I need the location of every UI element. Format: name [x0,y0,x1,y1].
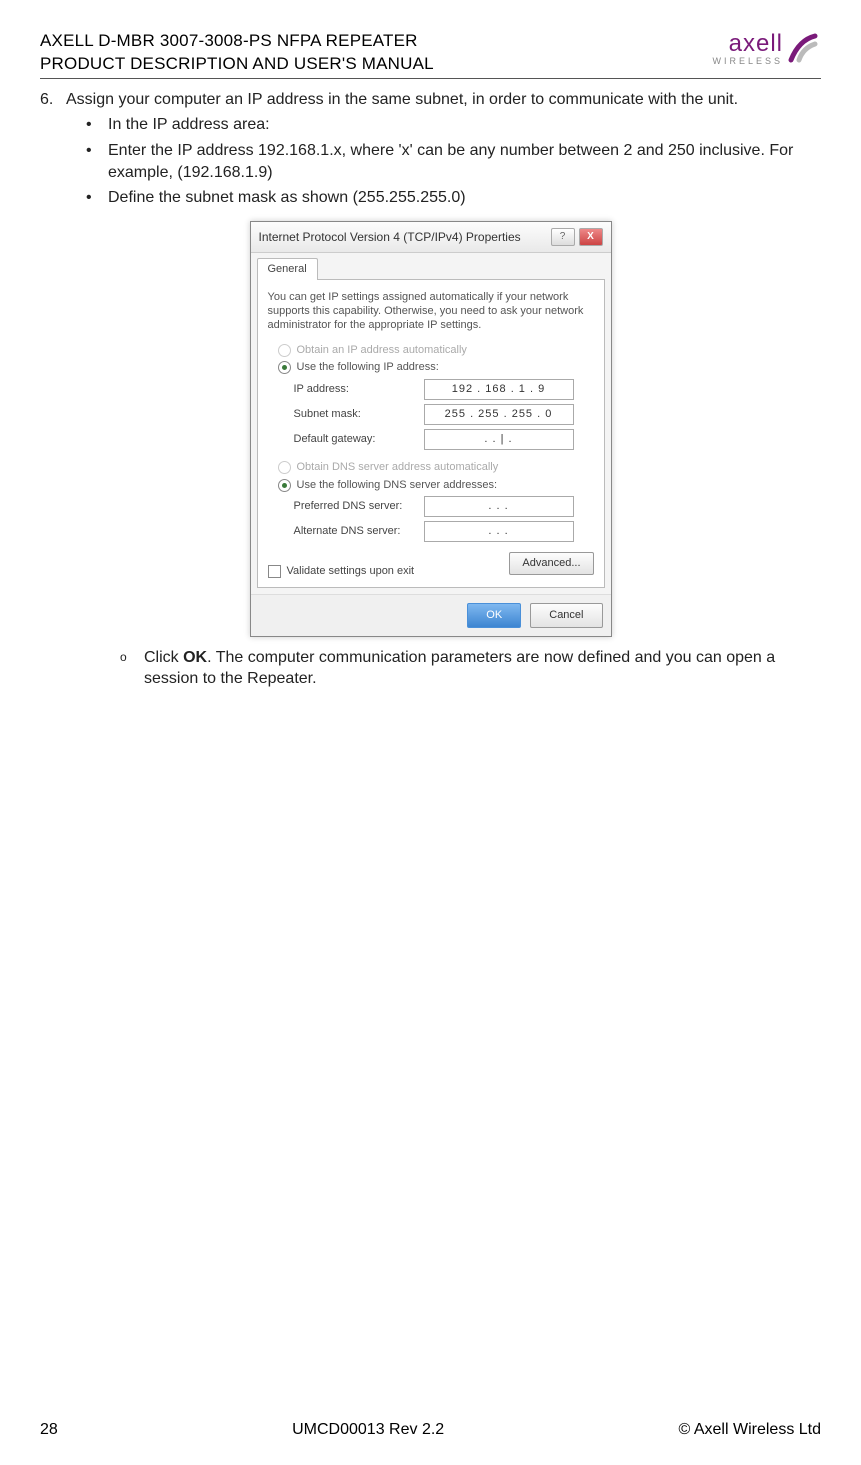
dialog-button-row: OK Cancel [251,594,611,636]
bullet-list: In the IP address area: Enter the IP add… [80,114,821,208]
page-footer: 28 UMCD00013 Rev 2.2 © Axell Wireless Lt… [40,1421,821,1439]
gateway-input[interactable]: . . | . [424,429,574,450]
page-header: AXELL D-MBR 3007-3008-PS NFPA REPEATER P… [40,30,821,79]
sub-bullet-list: o Click OK. The computer communication p… [116,647,821,690]
sub-bold: OK [183,649,207,666]
ipv4-properties-dialog: Internet Protocol Version 4 (TCP/IPv4) P… [250,221,612,637]
validate-label: Validate settings upon exit [287,564,415,579]
subnet-mask-row: Subnet mask: 255 . 255 . 255 . 0 [294,404,594,425]
ip-address-row: IP address: 192 . 168 . 1 . 9 [294,379,594,400]
bullet-item: Define the subnet mask as shown (255.255… [80,187,821,209]
bullet-item: In the IP address area: [80,114,821,136]
help-icon[interactable]: ? [551,228,575,246]
dns-group: Obtain DNS server address automatically … [278,460,594,542]
doc-id: UMCD00013 Rev 2.2 [292,1421,444,1439]
radio-obtain-ip[interactable]: Obtain an IP address automatically [278,343,594,358]
logo-subtext: WIRELESS [712,56,783,66]
step-6: 6. Assign your computer an IP address in… [40,89,821,111]
dialog-screenshot: Internet Protocol Version 4 (TCP/IPv4) P… [40,221,821,637]
bullet-item: Enter the IP address 192.168.1.x, where … [80,140,821,183]
page-number: 28 [40,1421,58,1439]
dialog-panel: You can get IP settings assigned automat… [257,279,605,588]
radio-icon [278,479,291,492]
alt-dns-input[interactable]: . . . [424,521,574,542]
radio-use-dns[interactable]: Use the following DNS server addresses: [278,478,594,493]
logo-mark-icon [785,30,821,66]
gateway-row: Default gateway: . . | . [294,429,594,450]
ip-group: Obtain an IP address automatically Use t… [278,343,594,450]
close-icon[interactable]: X [579,228,603,246]
tab-general[interactable]: General [257,258,318,280]
advanced-button[interactable]: Advanced... [509,552,593,575]
subnet-mask-input[interactable]: 255 . 255 . 255 . 0 [424,404,574,425]
intro-text: You can get IP settings assigned automat… [268,290,594,333]
validate-checkbox-row[interactable]: Validate settings upon exit [268,564,415,579]
radio-icon [278,344,291,357]
radio-label: Use the following DNS server addresses: [297,478,498,493]
radio-icon [278,361,291,374]
pref-dns-label: Preferred DNS server: [294,499,424,514]
ip-address-input[interactable]: 192 . 168 . 1 . 9 [424,379,574,400]
header-titles: AXELL D-MBR 3007-3008-PS NFPA REPEATER P… [40,30,434,76]
dialog-title: Internet Protocol Version 4 (TCP/IPv4) P… [259,229,521,245]
pref-dns-input[interactable]: . . . [424,496,574,517]
step-number: 6. [40,89,66,111]
radio-label: Obtain an IP address automatically [297,343,467,358]
radio-obtain-dns[interactable]: Obtain DNS server address automatically [278,460,594,475]
header-line2: PRODUCT DESCRIPTION AND USER'S MANUAL [40,53,434,76]
gateway-label: Default gateway: [294,432,424,447]
radio-label: Use the following IP address: [297,360,439,375]
content-body: 6. Assign your computer an IP address in… [40,89,821,690]
ok-button[interactable]: OK [467,603,521,628]
step-text: Assign your computer an IP address in th… [66,89,738,111]
sub-rest: . The computer communication parameters … [144,649,775,688]
alt-dns-label: Alternate DNS server: [294,524,424,539]
cancel-button[interactable]: Cancel [530,603,602,628]
pref-dns-row: Preferred DNS server: . . . [294,496,594,517]
sub-bullet-item: o Click OK. The computer communication p… [116,647,821,690]
sub-bullet-marker: o [120,649,127,665]
sub-prefix: Click [144,649,183,666]
header-line1: AXELL D-MBR 3007-3008-PS NFPA REPEATER [40,30,434,53]
checkbox-icon [268,565,281,578]
dialog-titlebar: Internet Protocol Version 4 (TCP/IPv4) P… [251,222,611,253]
alt-dns-row: Alternate DNS server: . . . [294,521,594,542]
radio-use-ip[interactable]: Use the following IP address: [278,360,594,375]
ip-label: IP address: [294,382,424,397]
logo-text: axell [729,30,783,58]
radio-label: Obtain DNS server address automatically [297,460,499,475]
tab-row: General [251,253,611,279]
radio-icon [278,461,291,474]
brand-logo: axell WIRELESS [712,30,821,66]
bottom-row: Validate settings upon exit Advanced... [268,552,594,579]
mask-label: Subnet mask: [294,407,424,422]
copyright: © Axell Wireless Ltd [679,1421,822,1439]
